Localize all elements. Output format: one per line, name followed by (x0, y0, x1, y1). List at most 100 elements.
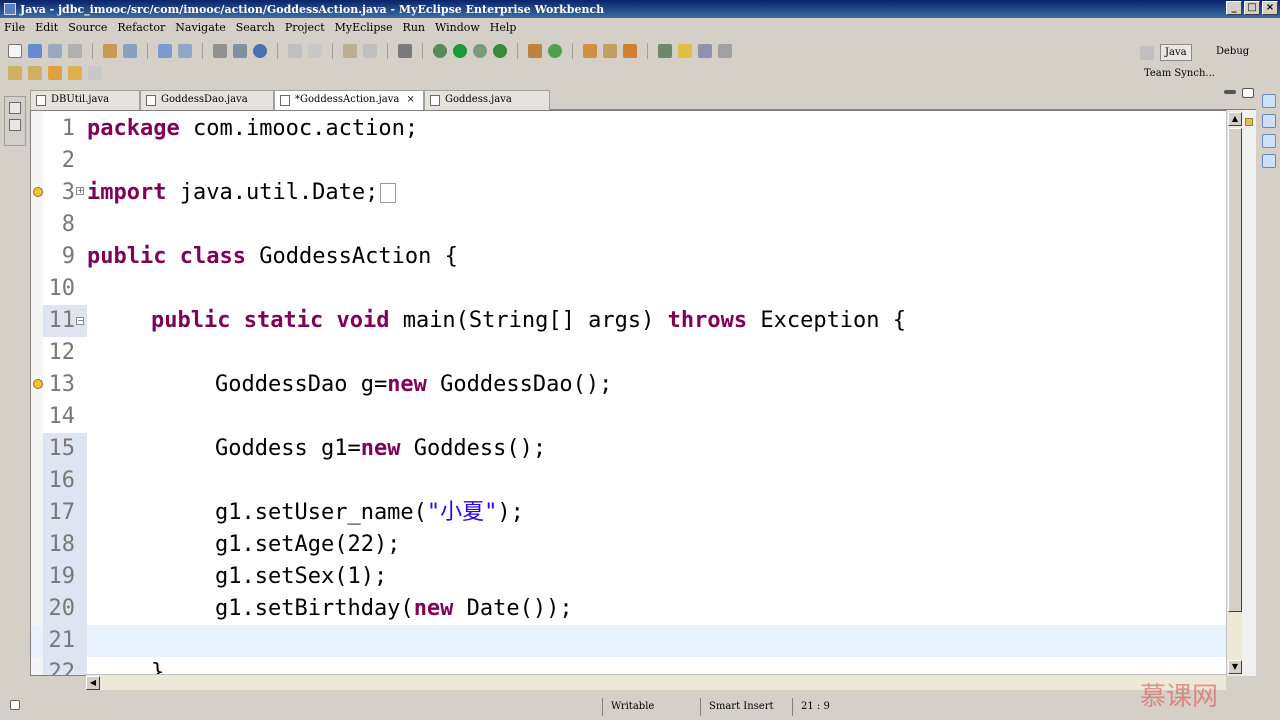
perspective-team-synch[interactable]: Team Synch... (1140, 66, 1219, 81)
minimize-button[interactable]: _ (1226, 1, 1242, 15)
tab-dbutil[interactable]: DBUtil.java (30, 90, 140, 110)
toolbar-separator (422, 43, 423, 59)
expand-fold-icon[interactable]: + (76, 187, 84, 195)
new-icon[interactable] (8, 44, 22, 58)
block-icon[interactable] (718, 44, 732, 58)
fast-view-icon[interactable] (10, 700, 20, 710)
menu-edit[interactable]: Edit (35, 21, 58, 34)
next-annotation-icon[interactable] (8, 66, 22, 80)
server-icon[interactable] (123, 44, 137, 58)
scroll-up-icon[interactable]: ▲ (1228, 112, 1242, 126)
scroll-left-icon[interactable]: ◀ (86, 676, 100, 690)
menu-project[interactable]: Project (285, 21, 325, 34)
java-file-icon (430, 95, 440, 106)
code-line: 2 (31, 145, 1226, 177)
line-number: 19 (48, 564, 76, 589)
search-icon[interactable] (623, 44, 637, 58)
close-tab-icon[interactable]: × (407, 94, 415, 105)
code-editor[interactable]: 1 package com.imooc.action; 2 3 + import… (30, 110, 1242, 676)
save-all-icon[interactable] (48, 44, 62, 58)
menu-window[interactable]: Window (435, 21, 480, 34)
new-class-icon[interactable] (528, 44, 542, 58)
perspective-debug[interactable]: Debug (1212, 44, 1253, 59)
collapse-fold-icon[interactable]: − (76, 317, 84, 325)
new-package-icon[interactable] (548, 44, 562, 58)
folded-imports-icon[interactable] (380, 183, 397, 203)
minimized-views-left (4, 96, 26, 146)
warning-marker-icon[interactable] (1245, 118, 1253, 126)
open-resource-icon[interactable] (603, 44, 617, 58)
run-config-icon[interactable] (473, 44, 487, 58)
minimize-editor-icon[interactable] (1224, 90, 1236, 94)
menu-refactor[interactable]: Refactor (117, 21, 165, 34)
back-icon[interactable] (68, 66, 82, 80)
code-line: 3 + import java.util.Date; (31, 177, 1226, 209)
last-edit-icon[interactable] (48, 66, 62, 80)
perspective-java[interactable]: Java (1160, 44, 1192, 61)
external-tools-icon[interactable] (493, 44, 507, 58)
menu-file[interactable]: File (4, 21, 25, 34)
menu-source[interactable]: Source (68, 21, 107, 34)
scroll-thumb[interactable] (1228, 128, 1242, 612)
restore-icon[interactable] (1262, 94, 1276, 108)
open-perspective-icon[interactable] (1140, 46, 1154, 60)
menu-run[interactable]: Run (403, 21, 425, 34)
debug-icon[interactable] (433, 44, 447, 58)
status-writable: Writable (602, 698, 700, 716)
line-number: 16 (48, 468, 76, 493)
status-bar: Writable Smart Insert 21 : 9 (0, 694, 1280, 720)
prefs-icon[interactable] (363, 44, 377, 58)
menu-help[interactable]: Help (490, 21, 517, 34)
outline-icon[interactable] (1262, 114, 1276, 128)
scroll-down-icon[interactable]: ▼ (1228, 660, 1242, 674)
maximize-editor-icon[interactable] (1242, 88, 1254, 98)
annotation-icon[interactable] (658, 44, 672, 58)
tasks-icon[interactable] (1262, 154, 1276, 168)
cut-icon[interactable] (288, 44, 302, 58)
task-icon[interactable] (343, 44, 357, 58)
perspective-bar: Java Debug Team Synch... (1132, 40, 1280, 84)
vertical-scrollbar[interactable]: ▲ ▼ (1226, 110, 1242, 676)
close-button[interactable]: × (1262, 1, 1278, 15)
maximize-button[interactable]: □ (1244, 1, 1260, 15)
toolbar-separator (92, 43, 93, 59)
copy-icon[interactable] (308, 44, 322, 58)
restore-icon[interactable] (1262, 134, 1276, 148)
screen-icon[interactable] (398, 44, 412, 58)
java-file-icon (36, 95, 46, 106)
tab-goddessaction[interactable]: *GoddessAction.java × (274, 90, 424, 110)
toolbar-separator (277, 43, 278, 59)
code-line: 17 g1.setUser_name("小夏"); (31, 497, 1226, 529)
warning-icon[interactable] (33, 379, 43, 389)
menu-myeclipse[interactable]: MyEclipse (335, 21, 393, 34)
prev-annotation-icon[interactable] (28, 66, 42, 80)
menu-search[interactable]: Search (236, 21, 275, 34)
print-icon[interactable] (68, 44, 82, 58)
toolbar-separator (517, 43, 518, 59)
menu-navigate[interactable]: Navigate (175, 21, 225, 34)
db-icon[interactable] (213, 44, 227, 58)
package-explorer-icon[interactable] (9, 119, 21, 131)
web-icon[interactable] (178, 44, 192, 58)
tab-goddessdao[interactable]: GoddessDao.java (140, 90, 274, 110)
toggle-icon[interactable] (698, 44, 712, 58)
restore-icon[interactable] (9, 102, 21, 114)
save-icon[interactable] (28, 44, 42, 58)
report-icon[interactable] (233, 44, 247, 58)
keyword: new (360, 436, 401, 461)
forward-icon[interactable] (88, 66, 102, 80)
tab-goddess[interactable]: Goddess.java (424, 90, 550, 110)
horizontal-scrollbar[interactable]: ◀ (86, 674, 1226, 690)
code-token: GoddessDao(); (426, 372, 613, 397)
code-line: 16 (31, 465, 1226, 497)
run-icon[interactable] (453, 44, 467, 58)
globe-icon[interactable] (253, 44, 267, 58)
deploy-icon[interactable] (103, 44, 117, 58)
highlight-icon[interactable] (678, 44, 692, 58)
warning-icon[interactable] (33, 187, 43, 197)
code-token: java.util.Date; (166, 180, 379, 205)
keyword: package (87, 116, 180, 141)
line-number: 15 (48, 436, 76, 461)
wizard-icon[interactable] (158, 44, 172, 58)
open-type-icon[interactable] (583, 44, 597, 58)
